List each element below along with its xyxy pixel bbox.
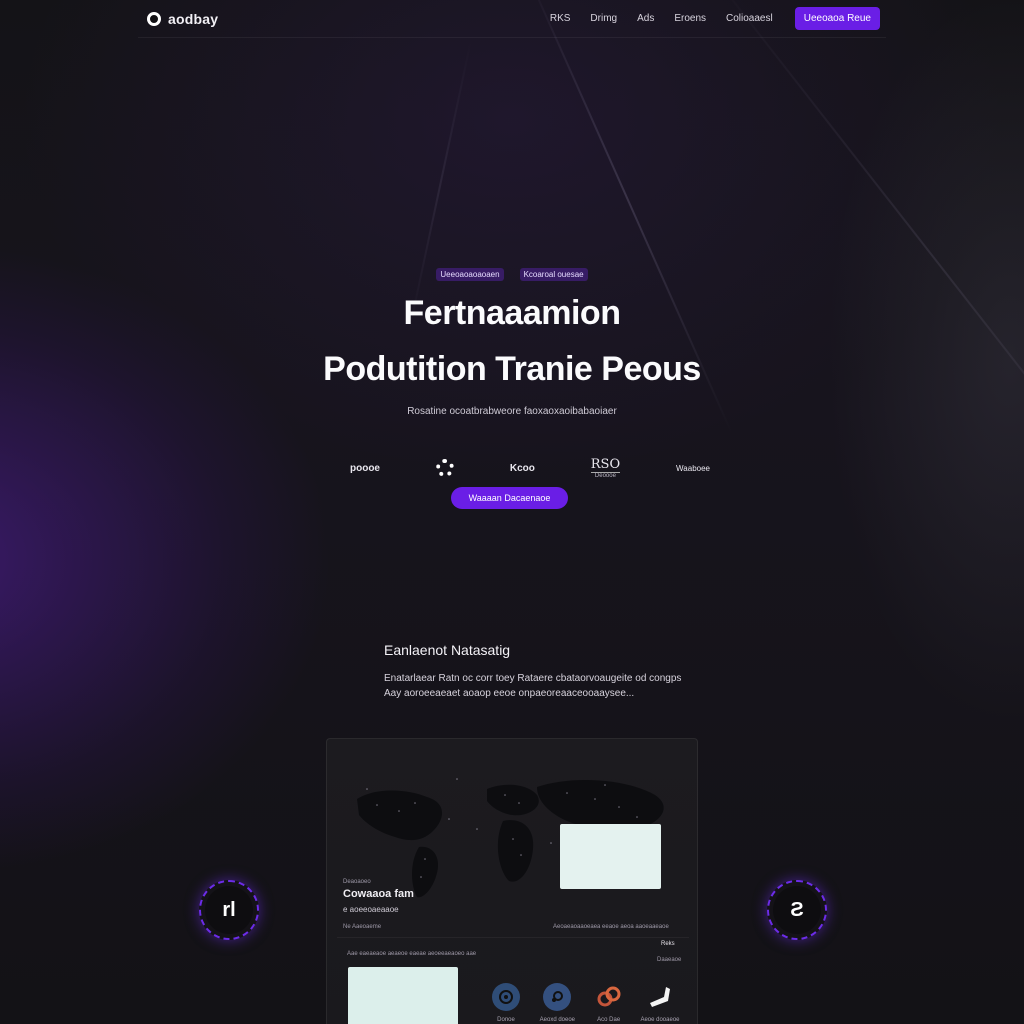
- hero-title-line-1: Fertnaaamion: [403, 294, 621, 332]
- nav-link[interactable]: Eroens: [674, 13, 706, 24]
- card-heading: Cowaaoa fam: [343, 888, 414, 900]
- card-subheading: e aoeeoaeaaoe: [343, 905, 399, 914]
- app-shortcut[interactable]: Aco Dae: [586, 983, 632, 1023]
- partner-logo: poooe: [350, 463, 380, 474]
- app-shortcuts: Donoe Aeoxd doeoe Aco Dae Aeoe dooaeoe: [483, 983, 683, 1023]
- section-body-line: Aay aoroeeaeaet aoaop eeoe onpaeoreaaceo…: [384, 688, 635, 699]
- app-shortcut[interactable]: Aeoe dooaeoe: [637, 983, 683, 1023]
- card-meta-value: Reks: [661, 941, 675, 947]
- app-label: Donoe: [497, 1017, 515, 1023]
- partner-logo-caption: Deoooe: [594, 472, 616, 479]
- app-label: Aco Dae: [597, 1017, 621, 1023]
- partner-logo-text: poooe: [350, 462, 380, 474]
- card-caption-row: Aae eaeaeaoe aeaeoe eaeae aeoeeaeaoeo aa…: [347, 951, 477, 957]
- hero-cta-button[interactable]: Waaaan Dacaenaoe: [451, 487, 568, 509]
- hero-tag[interactable]: Ueeoaoaoaoaen: [436, 268, 504, 281]
- app-shortcut[interactable]: Donoe: [483, 983, 529, 1023]
- section-title: Eanlaenot Natasatig: [384, 642, 511, 658]
- brand[interactable]: aodbay: [138, 11, 218, 27]
- dashboard-preview-card: Deaoaoeo Cowaaoa fam e aoeeoaeaaoe Ne Aa…: [326, 738, 698, 1024]
- hero-title-line-2: Podutition Tranie Peous: [323, 350, 701, 388]
- nav-cta-button[interactable]: Ueeoaoa Reue: [794, 7, 880, 30]
- nav-link[interactable]: Drimg: [590, 13, 617, 24]
- card-meta-right: Aeoaeaoaaoeaea eeaoe aeoa aaoeaaeaoe: [553, 924, 669, 930]
- ring-logo-icon: [435, 459, 454, 477]
- section-body: Enatarlaear Ratn oc corr toey Rataere cb…: [384, 671, 704, 701]
- nav-link[interactable]: Colioaaesl: [726, 13, 773, 24]
- card-meta-left: Ne Aaeoaeme: [343, 924, 382, 930]
- card-meta-value-sub: Daaeaoe: [657, 957, 682, 963]
- top-navigation: aodbay RKS Drimg Ads Eroens Colioaaesl U…: [138, 0, 886, 38]
- arrow-icon: [646, 983, 674, 1011]
- section-body-line: Enatarlaear Ratn oc corr toey Rataere cb…: [384, 673, 682, 684]
- nav-link[interactable]: RKS: [550, 13, 571, 24]
- app-label: Aeoe dooaeoe: [640, 1017, 680, 1023]
- hero-tag[interactable]: Kcoaroal ouesae: [519, 268, 588, 281]
- partner-logo: RSO Deoooe: [590, 456, 621, 479]
- globe-icon: [492, 983, 520, 1011]
- app-shortcut[interactable]: Aeoxd doeoe: [534, 983, 580, 1023]
- partner-logo-text: Kcoo: [509, 462, 535, 474]
- steam-icon: [543, 983, 572, 1011]
- hero-tags: Ueeoaoaoaoaen Kcoaroal ouesae: [0, 268, 1024, 281]
- nav-links: RKS Drimg Ads Eroens Colioaaesl Ueeoaoa …: [550, 7, 886, 30]
- nav-link[interactable]: Ads: [637, 13, 654, 24]
- partner-logo-text: Waaboee: [676, 463, 710, 473]
- rings-icon: [595, 983, 623, 1011]
- brand-name: aodbay: [168, 10, 219, 27]
- card-preview-panel[interactable]: [348, 967, 458, 1024]
- partner-logo: Kcoo: [510, 463, 535, 474]
- partner-logo: [435, 459, 454, 477]
- partner-logos: poooe Kcoo RSO Deoooe Waaboee: [350, 450, 710, 486]
- hero-subtitle: Rosatine ocoatbrabweore faoxaoxaoibabaoi…: [407, 406, 617, 417]
- badge-glyph: Ƨ: [773, 886, 821, 934]
- app-label: Aeoxd doeoe: [539, 1017, 576, 1023]
- card-divider: [337, 937, 689, 938]
- partner-logo-text: RSO: [590, 456, 621, 473]
- map-info-panel[interactable]: [560, 824, 661, 889]
- partner-logo: Waaboee: [676, 464, 710, 473]
- right-feature-badge[interactable]: Ƨ: [767, 880, 827, 940]
- left-feature-badge[interactable]: rl: [199, 880, 259, 940]
- card-top-label: Deaoaoeo: [343, 879, 371, 885]
- brand-logo-icon: [147, 11, 161, 26]
- badge-glyph: rl: [205, 886, 253, 934]
